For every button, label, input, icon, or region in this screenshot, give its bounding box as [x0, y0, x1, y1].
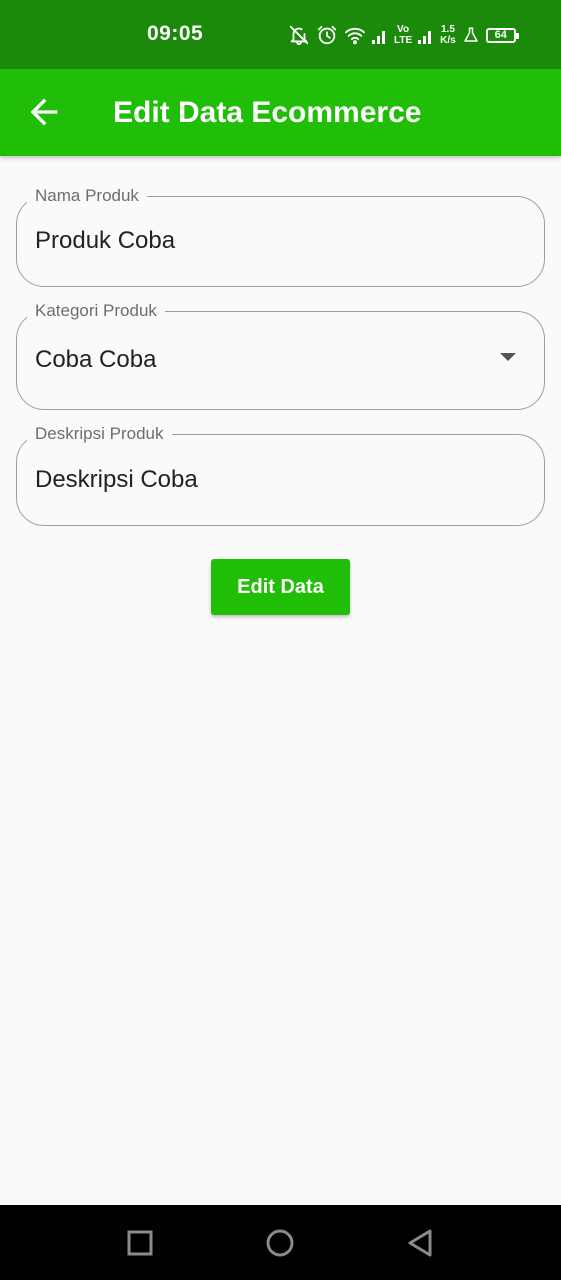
- nama-produk-field[interactable]: Nama Produk Produk Coba: [16, 185, 545, 287]
- volte-bottom: LTE: [394, 35, 413, 46]
- battery-icon: 64: [485, 27, 519, 43]
- recent-apps-icon: [127, 1230, 153, 1256]
- signal-icon-1: [372, 31, 385, 44]
- back-button[interactable]: [24, 92, 64, 132]
- signal-icon-2: [418, 31, 432, 44]
- wifi-icon: [344, 27, 365, 45]
- arrow-back-icon: [30, 98, 58, 126]
- network-speed: 1.5 K/s: [440, 24, 456, 46]
- network-speed-unit: K/s: [440, 35, 456, 46]
- bell-off-icon: [289, 25, 309, 46]
- status-time: 09:05: [147, 22, 204, 45]
- home-button[interactable]: [262, 1225, 298, 1261]
- kategori-produk-label: Kategori Produk: [27, 300, 165, 322]
- edit-data-button[interactable]: Edit Data: [211, 559, 350, 615]
- flask-icon: [463, 27, 478, 42]
- nama-produk-label: Nama Produk: [27, 185, 147, 207]
- back-nav-button[interactable]: [402, 1225, 438, 1261]
- deskripsi-produk-field[interactable]: Deskripsi Produk Deskripsi Coba: [16, 423, 545, 526]
- back-nav-icon: [408, 1229, 432, 1257]
- network-speed-value: 1.5: [440, 24, 455, 35]
- kategori-produk-dropdown[interactable]: Kategori Produk Coba Coba: [16, 300, 545, 410]
- battery-level: 64: [494, 29, 507, 41]
- volte-indicator: Vo LTE: [394, 24, 412, 46]
- kategori-produk-selected[interactable]: Coba Coba: [35, 346, 156, 374]
- status-icons: Vo LTE 1.5 K/s 64: [288, 20, 522, 50]
- page-title: Edit Data Ecommerce: [113, 96, 422, 129]
- status-bar: 09:05 Vo LTE 1.5 K/s 64: [0, 0, 561, 69]
- alarm-icon: [317, 25, 337, 45]
- deskripsi-produk-input[interactable]: Deskripsi Coba: [35, 466, 198, 494]
- volte-top: Vo: [397, 24, 410, 35]
- home-icon: [266, 1229, 294, 1257]
- dropdown-arrow-icon[interactable]: [500, 353, 516, 361]
- app-bar: Edit Data Ecommerce: [0, 69, 561, 156]
- nama-produk-input[interactable]: Produk Coba: [35, 227, 175, 255]
- navigation-bar: [0, 1205, 561, 1280]
- deskripsi-produk-label: Deskripsi Produk: [27, 423, 172, 445]
- recent-apps-button[interactable]: [122, 1225, 158, 1261]
